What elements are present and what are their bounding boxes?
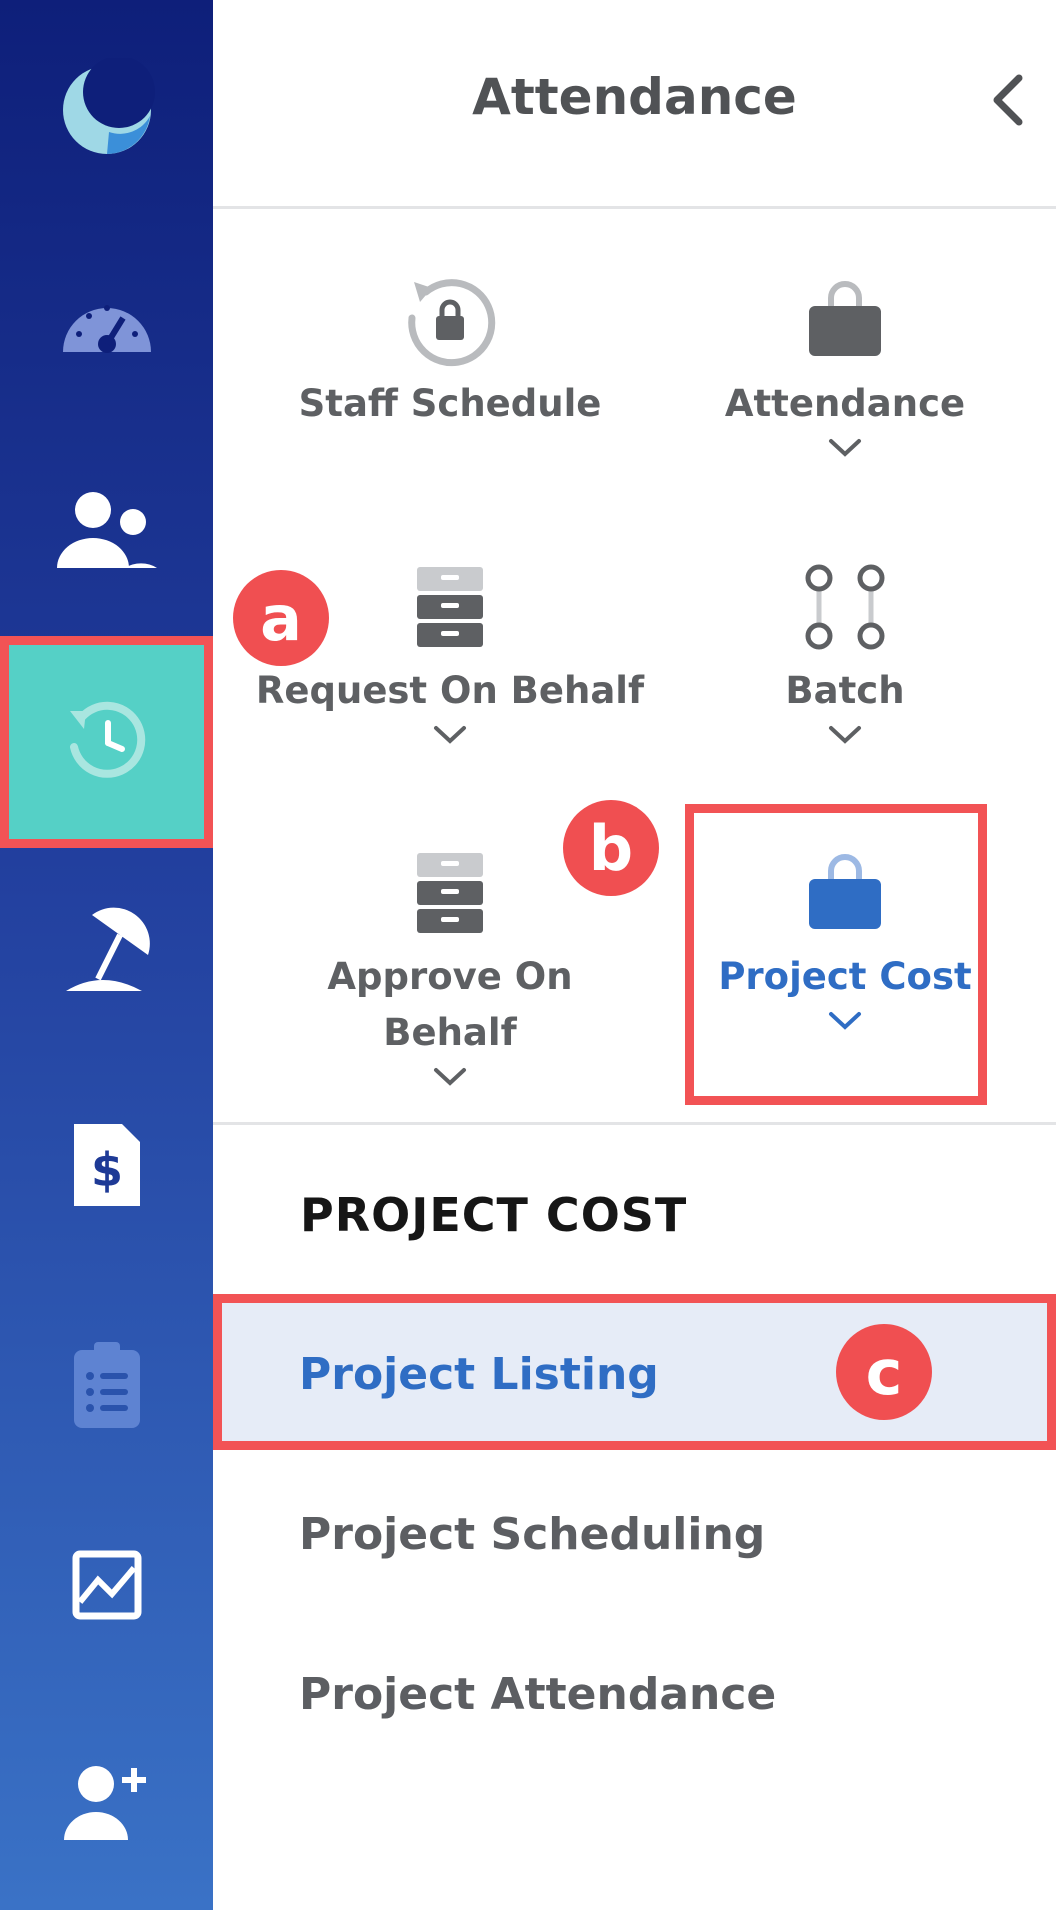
briefcase-icon bbox=[650, 270, 1040, 370]
back-chevron-icon[interactable] bbox=[983, 72, 1033, 128]
tile-label-line1: Approve On bbox=[327, 955, 573, 998]
lock-refresh-icon bbox=[255, 270, 645, 370]
add-user-icon[interactable] bbox=[0, 1742, 213, 1862]
sidebar: $ bbox=[0, 0, 213, 1910]
tile-label: Request On Behalf bbox=[255, 669, 645, 712]
chart-icon[interactable] bbox=[0, 1525, 213, 1645]
header-divider bbox=[213, 206, 1056, 209]
tile-batch[interactable]: Batch bbox=[650, 557, 1040, 745]
beach-umbrella-icon[interactable] bbox=[0, 890, 213, 1010]
chevron-down-icon[interactable] bbox=[255, 1067, 645, 1087]
chevron-down-icon[interactable] bbox=[650, 725, 1040, 745]
tile-label: Batch bbox=[785, 669, 905, 712]
annotation-badge-b: b bbox=[563, 800, 659, 896]
tile-attendance[interactable]: Attendance bbox=[650, 270, 1040, 458]
attendance-panel: Attendance Staff Schedule Attendance Req… bbox=[213, 0, 1056, 1910]
clipboard-list-icon[interactable] bbox=[0, 1325, 213, 1445]
tile-label: Staff Schedule bbox=[298, 382, 602, 425]
tile-label: Approve On Behalf bbox=[255, 949, 645, 1061]
tile-staff-schedule[interactable]: Staff Schedule bbox=[255, 270, 645, 432]
batch-nodes-icon bbox=[650, 557, 1040, 657]
people-icon[interactable] bbox=[0, 470, 213, 590]
chevron-down-icon[interactable] bbox=[255, 725, 645, 745]
payroll-dollar-icon[interactable]: $ bbox=[0, 1105, 213, 1225]
tile-label-line2: Behalf bbox=[383, 1011, 517, 1054]
chevron-down-icon[interactable] bbox=[650, 438, 1040, 458]
moon-logo-icon[interactable] bbox=[0, 48, 213, 168]
svg-text:$: $ bbox=[90, 1143, 122, 1197]
section-divider bbox=[213, 1122, 1056, 1125]
panel-title: Attendance bbox=[472, 68, 797, 126]
highlight-project-cost bbox=[685, 804, 987, 1105]
annotation-badge-a: a bbox=[233, 570, 329, 666]
tile-label: Attendance bbox=[724, 382, 966, 425]
dashboard-gauge-icon[interactable] bbox=[0, 260, 213, 380]
highlight-sidebar-attendance bbox=[0, 636, 213, 848]
menu-item-project-attendance[interactable]: Project Attendance bbox=[213, 1622, 1056, 1767]
menu-item-project-scheduling[interactable]: Project Scheduling bbox=[213, 1462, 1056, 1607]
section-title: PROJECT COST bbox=[300, 1188, 688, 1242]
annotation-badge-c: c bbox=[836, 1324, 932, 1420]
